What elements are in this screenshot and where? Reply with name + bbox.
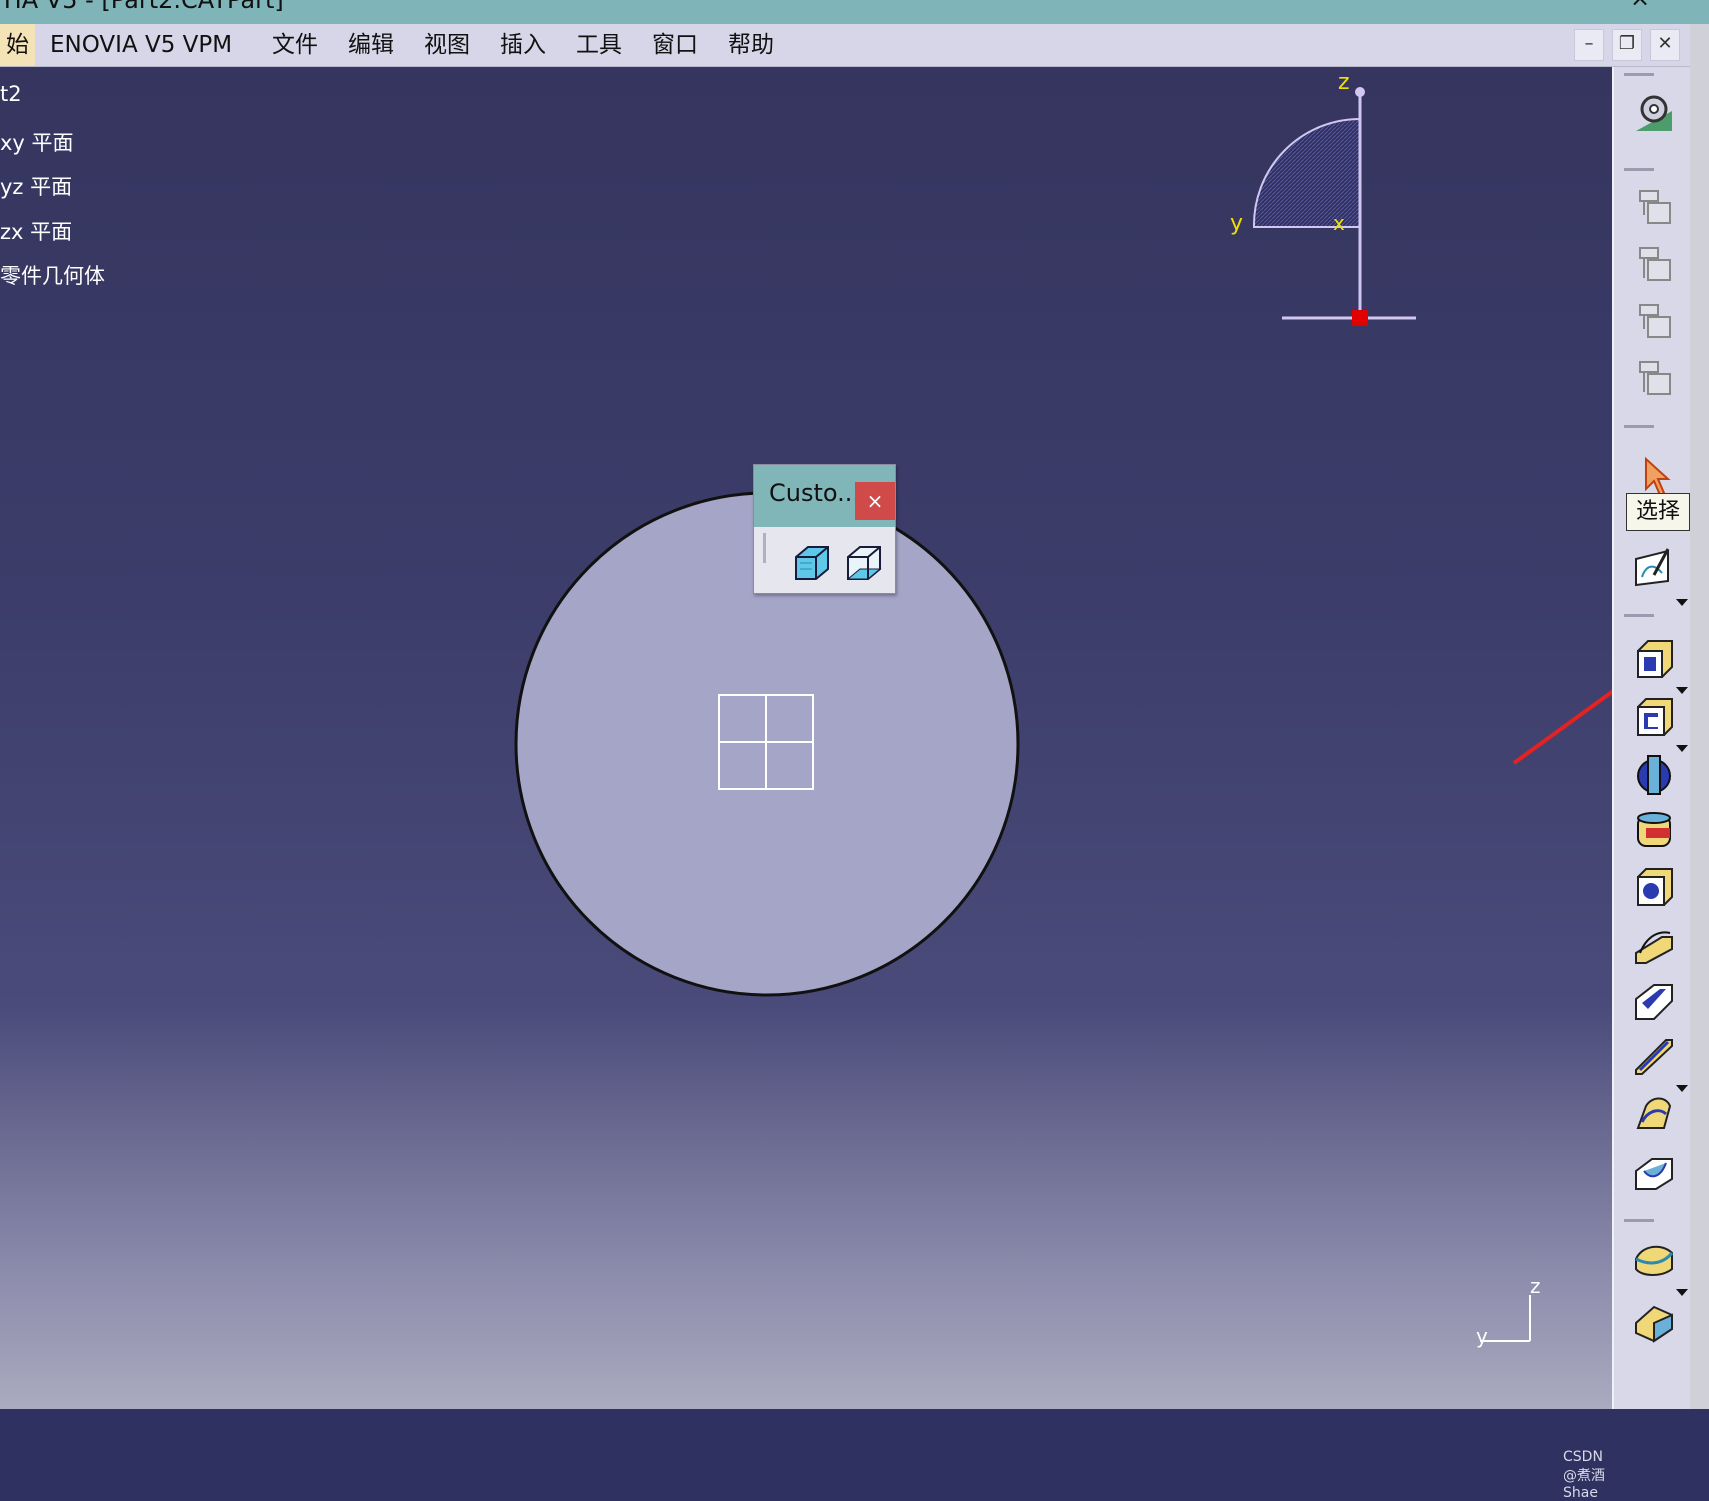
tree-item-xy-plane[interactable]: xy 平面	[0, 127, 74, 157]
dialog-close-button[interactable]: ×	[855, 482, 895, 520]
menu-file[interactable]: 文件	[266, 24, 324, 66]
doc-close-button[interactable]: ✕	[1650, 29, 1680, 61]
toolbar-hole-button[interactable]	[1632, 865, 1676, 909]
sketch-tree-icon	[1639, 190, 1671, 224]
pocket-dropdown-arrow[interactable]	[1676, 745, 1688, 752]
tree-item-part-body[interactable]: 零件几何体	[0, 260, 105, 290]
toolbar-separator	[1624, 614, 1654, 617]
boolean-icon	[1635, 1245, 1674, 1276]
toolbar-shaft-button[interactable]	[1632, 752, 1676, 796]
shaft-icon	[1637, 755, 1671, 795]
window-title-bar: TIA V5 - [Part2.CATPart] – ×	[0, 0, 1709, 24]
menu-view[interactable]: 视图	[418, 24, 476, 66]
sketcher-icon	[1635, 548, 1670, 587]
toolbar-separator	[1624, 1219, 1654, 1222]
front-view-icon	[846, 546, 882, 580]
removed-multi-section-icon	[1635, 1158, 1673, 1190]
slot-icon	[1635, 984, 1673, 1020]
hole-icon	[1637, 868, 1673, 906]
triad-y-label: y	[1476, 1324, 1488, 1348]
menu-help[interactable]: 帮助	[722, 24, 780, 66]
toolbar-boolean-button[interactable]	[1632, 1239, 1676, 1283]
toolbar-separator	[1624, 425, 1654, 428]
toolbar-tree-button-2[interactable]	[1632, 242, 1676, 286]
toolbar-stiffener-button[interactable]	[1632, 1034, 1676, 1078]
origin-grid	[718, 694, 814, 790]
compass-x-label: x	[1333, 211, 1345, 235]
watermark: CSDN @煮酒Shae	[1563, 1449, 1605, 1501]
doc-minimize-button[interactable]: –	[1574, 29, 1604, 61]
compass-y-label: y	[1230, 211, 1243, 236]
window-minimize-button[interactable]: –	[1534, 0, 1546, 10]
3d-viewport[interactable]: t2 xy 平面 yz 平面 zx 平面 零件几何体 z y x z y CSD…	[0, 67, 1658, 1501]
multi-section-icon	[1636, 1097, 1672, 1129]
compass-z-label: z	[1338, 70, 1350, 95]
toolbar-pocket-button[interactable]	[1632, 695, 1676, 739]
menu-start[interactable]: 始	[0, 24, 35, 66]
gear-icon	[1636, 95, 1672, 131]
menu-enovia[interactable]: ENOVIA V5 VPM	[44, 24, 238, 66]
menu-window[interactable]: 窗口	[646, 24, 704, 66]
toolbar-groove-button[interactable]	[1632, 808, 1676, 852]
dialog-title: Custo...	[769, 479, 861, 507]
groove-icon	[1637, 812, 1671, 847]
part-body-icon	[1635, 1305, 1673, 1343]
toolbar-settings-button[interactable]	[1632, 91, 1676, 135]
stiffener-dropdown-arrow[interactable]	[1676, 1085, 1688, 1092]
toolbar-tree-button-1[interactable]	[1632, 185, 1676, 229]
toolbar-sketcher-button[interactable]	[1632, 545, 1676, 589]
sketcher-dropdown-arrow[interactable]	[1676, 599, 1688, 606]
toolbar-slot-button[interactable]	[1632, 979, 1676, 1023]
menu-edit[interactable]: 编辑	[342, 24, 400, 66]
sketch-tree-3-icon	[1639, 304, 1671, 338]
iso-view-icon	[795, 546, 829, 580]
sketch-tree-2-icon	[1639, 247, 1671, 281]
window-title: TIA V5 - [Part2.CATPart]	[0, 0, 284, 14]
custom-view-dialog: Custo... ×	[753, 464, 896, 594]
doc-restore-button[interactable]: ❐	[1612, 29, 1642, 61]
toolbar-rib-button[interactable]	[1632, 923, 1676, 967]
pad-dropdown-arrow[interactable]	[1676, 687, 1688, 694]
boolean-dropdown-arrow[interactable]	[1676, 1289, 1688, 1296]
toolbar-separator	[1624, 168, 1654, 171]
menu-tools[interactable]: 工具	[570, 24, 628, 66]
toolbar-removed-multi-section-button[interactable]	[1632, 1149, 1676, 1193]
triad-z-label: z	[1530, 1275, 1541, 1298]
sketch-tree-4-icon	[1639, 361, 1671, 395]
toolbar-multi-section-button[interactable]	[1632, 1092, 1676, 1136]
axis-triad: z y	[1476, 1275, 1541, 1348]
menu-bar: 始 ENOVIA V5 VPM 文件 编辑 视图 插入 工具 窗口 帮助 – ❐…	[0, 24, 1690, 67]
toolbar-tree-button-4[interactable]	[1632, 356, 1676, 400]
compass-axis[interactable]: z y x	[1220, 67, 1440, 327]
dialog-title-bar[interactable]: Custo... ×	[754, 465, 895, 527]
stiffener-icon	[1635, 1039, 1673, 1075]
select-tooltip: 选择	[1626, 493, 1690, 531]
toolbar-pad-button[interactable]	[1632, 637, 1676, 681]
toolbar-tree-button-3[interactable]	[1632, 299, 1676, 343]
window-close-button[interactable]: ×	[1630, 0, 1650, 10]
tree-item-yz-plane[interactable]: yz 平面	[0, 171, 72, 201]
background-window-strip	[1690, 24, 1709, 1409]
pocket-icon	[1637, 698, 1673, 736]
front-view-button[interactable]	[840, 541, 884, 585]
right-toolbar	[1612, 67, 1690, 1409]
toolbar-part-body-button[interactable]	[1632, 1301, 1676, 1345]
dialog-grip[interactable]	[763, 533, 766, 563]
tree-item-part[interactable]: t2	[0, 82, 22, 106]
iso-view-button[interactable]	[788, 541, 832, 585]
pad-icon	[1637, 640, 1673, 678]
tree-item-zx-plane[interactable]: zx 平面	[0, 216, 72, 246]
menu-insert[interactable]: 插入	[494, 24, 552, 66]
rib-icon	[1635, 931, 1673, 964]
toolbar-grip[interactable]	[1624, 73, 1654, 76]
